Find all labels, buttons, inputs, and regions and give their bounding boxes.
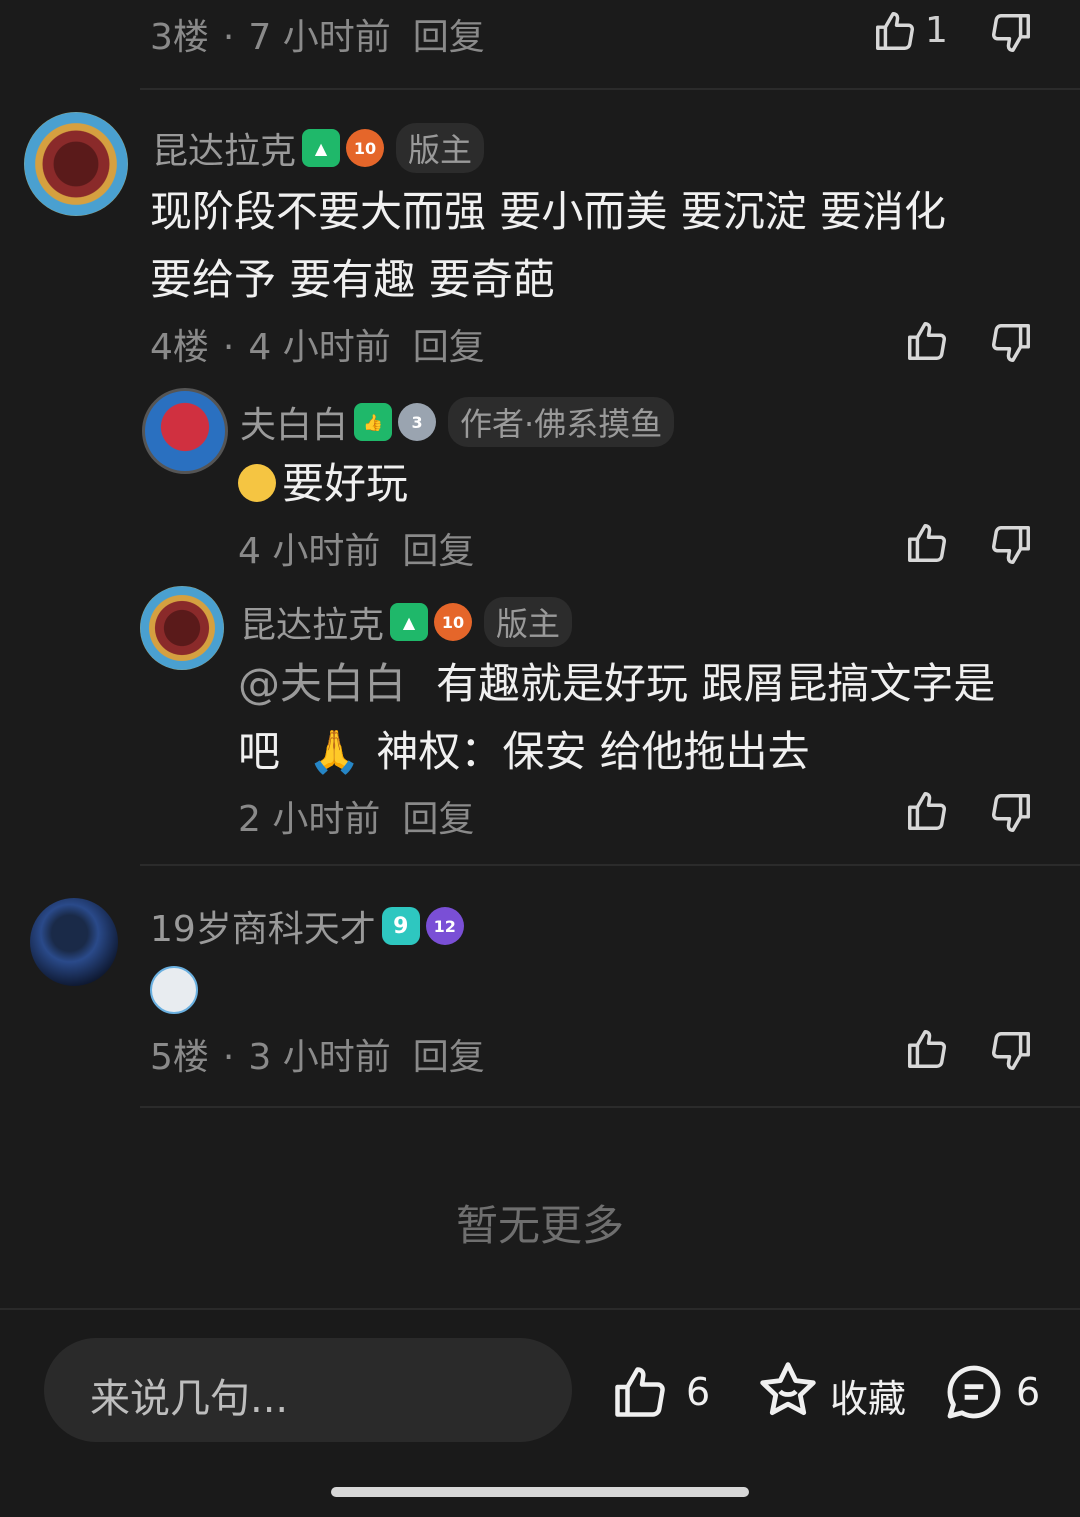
floor-label: 3楼 [150, 17, 209, 58]
user-verified-icon: ▲ [302, 129, 341, 167]
floor-label: 5楼 [150, 1037, 209, 1078]
level-number-badge-icon: 9 [381, 907, 420, 945]
avatar[interactable] [24, 112, 128, 216]
reply-button[interactable]: 回复 [413, 17, 485, 58]
mention-link[interactable]: @夫白白 [238, 659, 406, 708]
comment-text-line: 现阶段不要大而强 要小而美 要沉淀 要消化 [150, 187, 947, 236]
reply-button[interactable]: 回复 [402, 531, 474, 572]
level-badge-icon: 10 [434, 603, 473, 641]
comment-4-meta: 4楼 · 4 小时前 回复 [150, 327, 485, 368]
post-like-count: 6 [686, 1370, 711, 1414]
time-label: 4 小时前 [248, 327, 391, 368]
divider [140, 1106, 1080, 1108]
comment-5-meta: 5楼 · 3 小时前 回复 [150, 1037, 485, 1078]
reply-text-line: 吧 [238, 727, 281, 776]
like-icon[interactable] [904, 1026, 950, 1072]
thumbs-up-badge-icon: 👍 [354, 403, 393, 441]
time-label: 3 小时前 [248, 1037, 391, 1078]
comment-input-placeholder: 来说几句... [90, 1376, 289, 1422]
divider [140, 88, 1080, 90]
dislike-icon[interactable] [988, 1028, 1034, 1074]
like-icon[interactable] [872, 8, 918, 54]
reply-text-line: 神权：保安 给他拖出去 [376, 727, 810, 776]
dislike-icon[interactable] [988, 320, 1034, 366]
comment-text: 现阶段不要大而强 要小而美 要沉淀 要消化 要给予 要有趣 要奇葩 [150, 178, 1050, 314]
reply-text: @夫白白 有趣就是好玩 跟屑昆搞文字是 吧 🙏 神权：保安 给他拖出去 [238, 650, 1048, 786]
user-header: 夫白白 👍 3 作者·佛系摸鱼 [240, 396, 675, 448]
floor-label: 4楼 [150, 327, 209, 368]
avatar[interactable] [142, 388, 228, 474]
comment-input[interactable]: 来说几句... [44, 1338, 572, 1442]
time-label: 2 小时前 [238, 799, 381, 840]
level-badge-icon: 10 [346, 129, 385, 167]
pray-emoji-icon: 🙏 [308, 727, 361, 776]
reply-text-content: 要好玩 [282, 459, 409, 508]
comment-text-line: 要给予 要有趣 要奇葩 [150, 255, 555, 304]
reply-button[interactable]: 回复 [413, 327, 485, 368]
user-verified-icon: ▲ [390, 603, 429, 641]
role-tag: 作者·佛系摸鱼 [448, 397, 675, 447]
like-icon[interactable] [904, 318, 950, 364]
role-tag: 版主 [396, 123, 485, 173]
role-tag: 版主 [484, 597, 573, 647]
user-header: 昆达拉克 ▲ 10 版主 [240, 596, 573, 648]
username[interactable]: 19岁商科天才 [150, 900, 376, 952]
reply-meta: 4 小时前 回复 [238, 522, 474, 574]
home-indicator[interactable] [331, 1487, 749, 1497]
user-header: 昆达拉克 ▲ 10 版主 [152, 122, 485, 174]
reply-button[interactable]: 回复 [413, 1037, 485, 1078]
like-icon[interactable] [904, 788, 950, 834]
username[interactable]: 夫白白 [240, 396, 348, 448]
like-count: 1 [925, 10, 948, 51]
comment-count: 6 [1016, 1370, 1041, 1414]
user-header: 19岁商科天才 9 12 [150, 900, 464, 952]
smile-emoji-icon [238, 464, 276, 502]
like-icon[interactable] [904, 520, 950, 566]
favorite-label[interactable]: 收藏 [830, 1368, 906, 1423]
crying-emoji-icon [150, 966, 198, 1014]
dislike-icon[interactable] [988, 10, 1034, 56]
no-more-label: 暂无更多 [455, 1201, 624, 1250]
reply-text: 要好玩 [238, 450, 408, 518]
level-badge-icon: 3 [398, 403, 437, 441]
reply-button[interactable]: 回复 [402, 799, 474, 840]
time-label: 4 小时前 [238, 531, 381, 572]
like-icon[interactable] [610, 1362, 670, 1422]
avatar[interactable] [140, 586, 224, 670]
comment-3-meta: 3楼 · 7 小时前 回复 [150, 17, 485, 58]
avatar[interactable] [30, 898, 118, 986]
dislike-icon[interactable] [988, 522, 1034, 568]
dislike-icon[interactable] [988, 790, 1034, 836]
divider [140, 864, 1080, 866]
username[interactable]: 昆达拉克 [152, 122, 296, 174]
username[interactable]: 昆达拉克 [240, 596, 384, 648]
level-badge-icon: 12 [425, 907, 464, 945]
reply-meta: 2 小时前 回复 [238, 790, 474, 842]
time-label: 7 小时前 [248, 17, 391, 58]
favorite-star-icon[interactable] [756, 1358, 820, 1422]
comment-bubble-icon[interactable] [942, 1360, 1006, 1424]
reply-text-line: 有趣就是好玩 跟屑昆搞文字是 [436, 659, 996, 708]
